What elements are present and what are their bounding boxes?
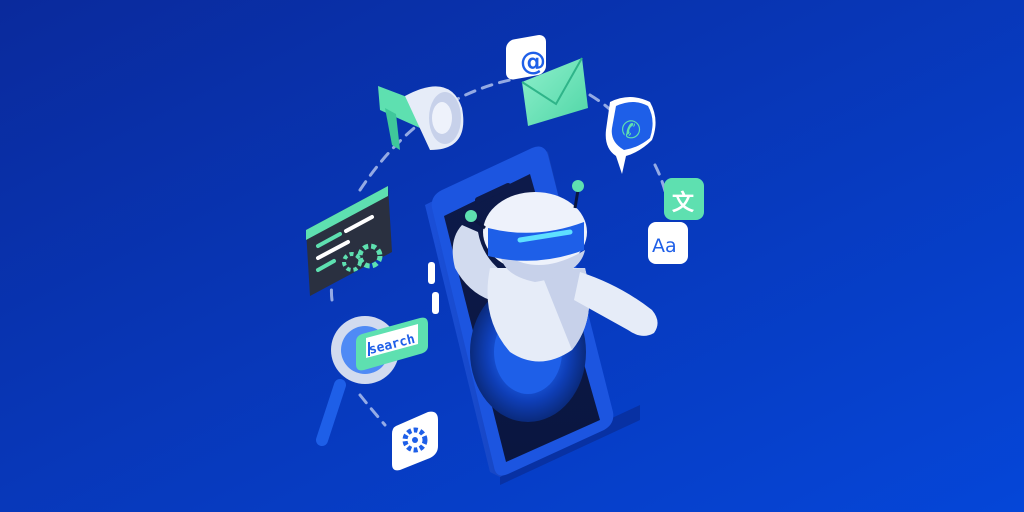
illustration-canvas: @ ✆ 文 Aa search	[0, 0, 1024, 512]
chatbot-illustration: @ ✆ 文 Aa search	[0, 0, 1024, 512]
translate-glyph-bottom: Aa	[652, 235, 677, 257]
email-symbol: @	[520, 47, 546, 77]
phone-glyph: ✆	[621, 116, 641, 144]
translate-glyph-top: 文	[672, 190, 695, 216]
